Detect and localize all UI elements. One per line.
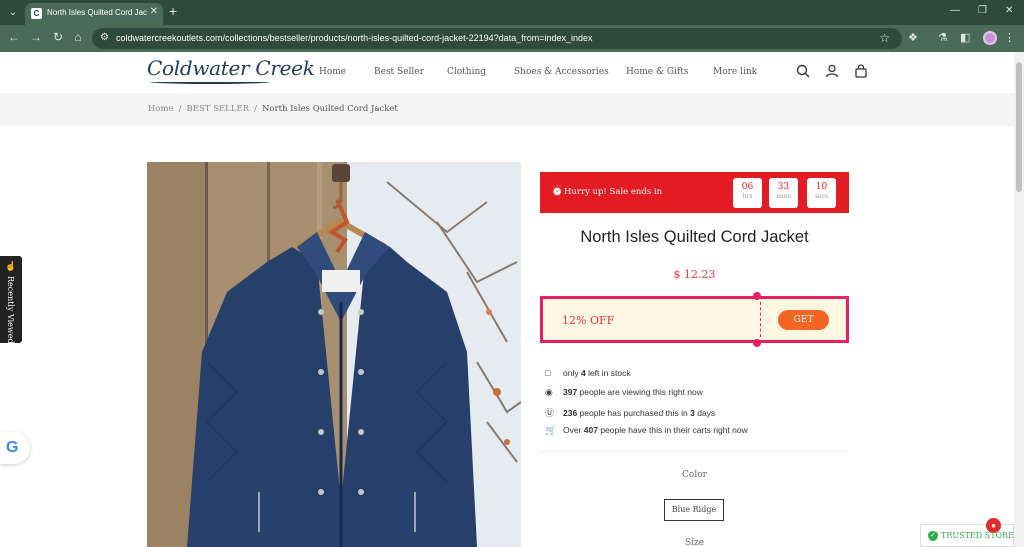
browser-toolbar: ← → ↻ ⌂ ⚙ coldwatercreekoutlets.com/coll… xyxy=(0,25,1024,52)
viewers-row: ◉ 397 people are viewing this right now xyxy=(545,387,703,398)
favicon-icon: C xyxy=(31,8,42,19)
countdown-mins: 33 mins xyxy=(769,178,798,208)
browser-tabbar: ⌄ C North Isles Quilted Cord Jacke ✕ + —… xyxy=(0,0,1024,25)
breadcrumb-bar: Home / BEST SELLER / North Isles Quilted Cor… xyxy=(0,93,1014,126)
browser-menu-icon[interactable]: ⋮ xyxy=(1004,31,1015,44)
coupon-discount: 12% OFF xyxy=(562,314,615,327)
tab-title: North Isles Quilted Cord Jacke xyxy=(47,8,147,17)
breadcrumb-separator: / xyxy=(178,104,182,114)
dollar-icon: Ⓤ xyxy=(545,408,555,418)
stock-text: left in stock xyxy=(585,368,631,378)
nav-best-seller[interactable]: Best Seller xyxy=(374,67,424,77)
stock-row: □ only 4 left in stock xyxy=(545,368,631,378)
reload-icon[interactable]: ↻ xyxy=(50,30,66,44)
purchased-text: people has purchased this in xyxy=(577,408,691,418)
breadcrumb: Home / BEST SELLER / North Isles Quilted Cor… xyxy=(148,104,398,114)
color-label: Color xyxy=(682,470,707,480)
back-icon[interactable]: ← xyxy=(6,30,22,44)
size-label: Size xyxy=(684,538,705,547)
forward-icon[interactable]: → xyxy=(28,30,44,44)
tab-close-icon[interactable]: ✕ xyxy=(150,6,158,17)
purchased-text: days xyxy=(694,408,716,418)
viewers-text: people are viewing this right now xyxy=(577,387,703,397)
alarm-clock-icon: ⏰ xyxy=(551,186,564,197)
shield-check-icon: ✓ xyxy=(928,531,938,541)
divider xyxy=(540,451,849,452)
countdown-secs: 10 secs xyxy=(807,178,836,208)
nav-shoes-accessories[interactable]: Shoes & Accessories xyxy=(514,67,609,77)
cart-icon[interactable] xyxy=(854,64,868,78)
page-scrollbar[interactable] xyxy=(1014,52,1024,547)
carts-text: Over xyxy=(563,425,584,435)
carts-count: 407 xyxy=(583,425,598,435)
get-coupon-button[interactable]: GET xyxy=(778,310,829,330)
purchased-row: Ⓤ 236 people has purchased this in 3 days xyxy=(545,406,715,419)
color-option-blue-ridge[interactable]: Blue Ridge xyxy=(664,499,724,521)
coupon-banner: 12% OFF GET xyxy=(540,292,849,347)
secs-unit: secs xyxy=(814,193,829,200)
product-price: $ 12.23 xyxy=(673,268,716,281)
breadcrumb-current: North Isles Quilted Cord Jacket xyxy=(261,104,398,114)
stock-text: only xyxy=(563,368,581,378)
coupon-notch-bottom xyxy=(753,339,761,347)
hand-pointer-icon: ☝ xyxy=(5,261,17,271)
bookmark-star-icon[interactable]: ☆ xyxy=(879,31,890,45)
search-icon[interactable] xyxy=(796,64,810,78)
notification-icon[interactable]: ● xyxy=(986,518,1001,533)
site-logo[interactable]: Coldwater Creek xyxy=(147,56,315,80)
breadcrumb-home[interactable]: Home xyxy=(148,104,174,114)
countdown-text: Hurry up! Sale ends in xyxy=(564,187,663,197)
extensions-icon[interactable]: ❖ xyxy=(908,31,918,44)
restore-icon[interactable]: ❐ xyxy=(978,5,987,16)
breadcrumb-separator: / xyxy=(254,104,257,114)
sale-countdown: ⏰ Hurry up! Sale ends in 06 hrs 33 mins … xyxy=(540,172,849,213)
site-header: Coldwater Creek Home Best Seller Clothin… xyxy=(0,52,1014,93)
purchased-count: 236 xyxy=(563,408,578,418)
jacket-photo xyxy=(147,162,521,547)
box-icon: □ xyxy=(545,368,551,378)
cart-small-icon: 🛒 xyxy=(545,425,557,435)
trusted-store-label: TRUSTED STORE xyxy=(941,531,1014,540)
browser-tab[interactable]: C North Isles Quilted Cord Jacke ✕ xyxy=(25,3,163,25)
address-bar[interactable]: ⚙ coldwatercreekoutlets.com/collections/… xyxy=(92,28,902,49)
breadcrumb-best-seller[interactable]: BEST SELLER xyxy=(187,104,250,114)
countdown-hours: 06 hrs xyxy=(733,178,762,208)
window-close-icon[interactable]: ✕ xyxy=(1005,5,1013,16)
product-title: North Isles Quilted Cord Jacket xyxy=(580,228,809,246)
mins-value: 33 xyxy=(777,182,790,192)
scroll-thumb[interactable] xyxy=(1016,62,1022,192)
hours-value: 06 xyxy=(741,182,754,192)
carts-text: people have this in their carts right no… xyxy=(597,425,748,435)
nav-clothing[interactable]: Clothing xyxy=(447,67,486,77)
site-info-icon[interactable]: ⚙ xyxy=(100,32,109,43)
coupon-notch-top xyxy=(753,292,761,300)
new-tab-icon[interactable]: + xyxy=(169,3,177,19)
recently-viewed-label: Recently Viewed xyxy=(6,276,15,344)
tab-menu-icon[interactable]: ⌄ xyxy=(5,5,21,21)
coupon-body: 12% OFF GET xyxy=(543,299,846,340)
coupon-divider xyxy=(760,302,761,337)
viewers-count: 397 xyxy=(563,387,578,397)
profile-avatar[interactable] xyxy=(983,31,997,45)
google-reviews-badge[interactable]: G xyxy=(0,432,30,464)
nav-more-link[interactable]: More link xyxy=(713,67,757,77)
google-icon: G xyxy=(6,439,19,456)
home-icon[interactable]: ⌂ xyxy=(70,30,86,44)
nav-home[interactable]: Home xyxy=(319,67,346,77)
nav-home-gifts[interactable]: Home & Gifts xyxy=(626,67,689,77)
minimize-icon[interactable]: — xyxy=(950,5,960,16)
url-text[interactable]: coldwatercreekoutlets.com/collections/be… xyxy=(116,33,593,43)
labs-icon[interactable]: ⚗ xyxy=(938,31,948,44)
sidepanel-icon[interactable]: ◧ xyxy=(960,31,970,44)
mins-unit: mins xyxy=(776,193,791,200)
user-icon[interactable] xyxy=(825,64,839,78)
logo-swoosh xyxy=(150,80,270,84)
carts-row: 🛒 Over 407 people have this in their cart… xyxy=(545,425,748,436)
recently-viewed-tab[interactable]: ☝ Recently Viewed xyxy=(0,256,22,344)
eye-icon: ◉ xyxy=(545,387,553,397)
product-image[interactable] xyxy=(147,162,521,547)
secs-value: 10 xyxy=(815,182,828,192)
hours-unit: hrs xyxy=(742,193,753,200)
